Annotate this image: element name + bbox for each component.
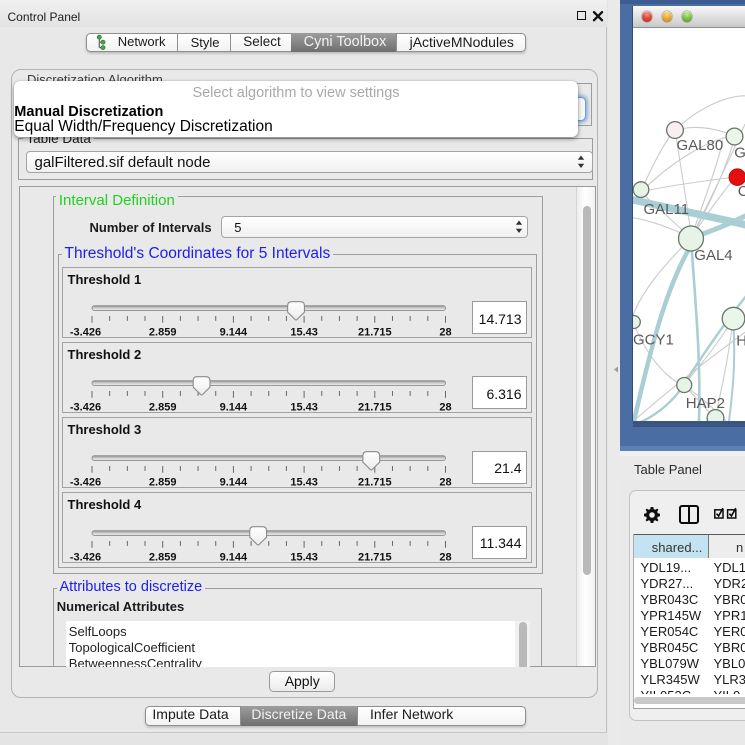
svg-text:9.144: 9.144 (220, 402, 248, 414)
svg-text:GAL11: GAL11 (644, 200, 690, 217)
svg-text:15.43: 15.43 (290, 477, 318, 489)
svg-text:-3.426: -3.426 (70, 402, 101, 414)
svg-text:15.43: 15.43 (290, 402, 318, 414)
svg-text:H: H (736, 332, 745, 349)
svg-text:21.715: 21.715 (358, 552, 392, 564)
svg-text:2.859: 2.859 (149, 552, 177, 564)
svg-text:28: 28 (439, 477, 451, 489)
svg-text:GAL80: GAL80 (677, 137, 724, 154)
svg-text:HAP2: HAP2 (686, 394, 725, 411)
svg-text:28: 28 (439, 327, 451, 339)
svg-text:28: 28 (439, 402, 451, 414)
svg-text:GAL4: GAL4 (694, 246, 732, 263)
svg-text:9.144: 9.144 (220, 327, 248, 339)
svg-text:15.43: 15.43 (290, 552, 318, 564)
svg-text:C: C (738, 183, 745, 200)
svg-text:-3.426: -3.426 (70, 327, 101, 339)
svg-text:28: 28 (439, 552, 451, 564)
svg-text:-3.426: -3.426 (70, 552, 101, 564)
svg-text:-3.426: -3.426 (70, 477, 101, 489)
svg-text:9.144: 9.144 (220, 552, 248, 564)
svg-text:21.715: 21.715 (358, 327, 392, 339)
svg-text:GA: GA (734, 144, 745, 161)
svg-text:2.859: 2.859 (149, 402, 177, 414)
svg-text:2.859: 2.859 (149, 327, 177, 339)
svg-text:GCY1: GCY1 (633, 331, 674, 348)
svg-text:9.144: 9.144 (220, 477, 248, 489)
svg-text:15.43: 15.43 (290, 327, 318, 339)
svg-text:2.859: 2.859 (149, 477, 177, 489)
svg-text:21.715: 21.715 (358, 477, 392, 489)
svg-text:21.715: 21.715 (358, 402, 392, 414)
